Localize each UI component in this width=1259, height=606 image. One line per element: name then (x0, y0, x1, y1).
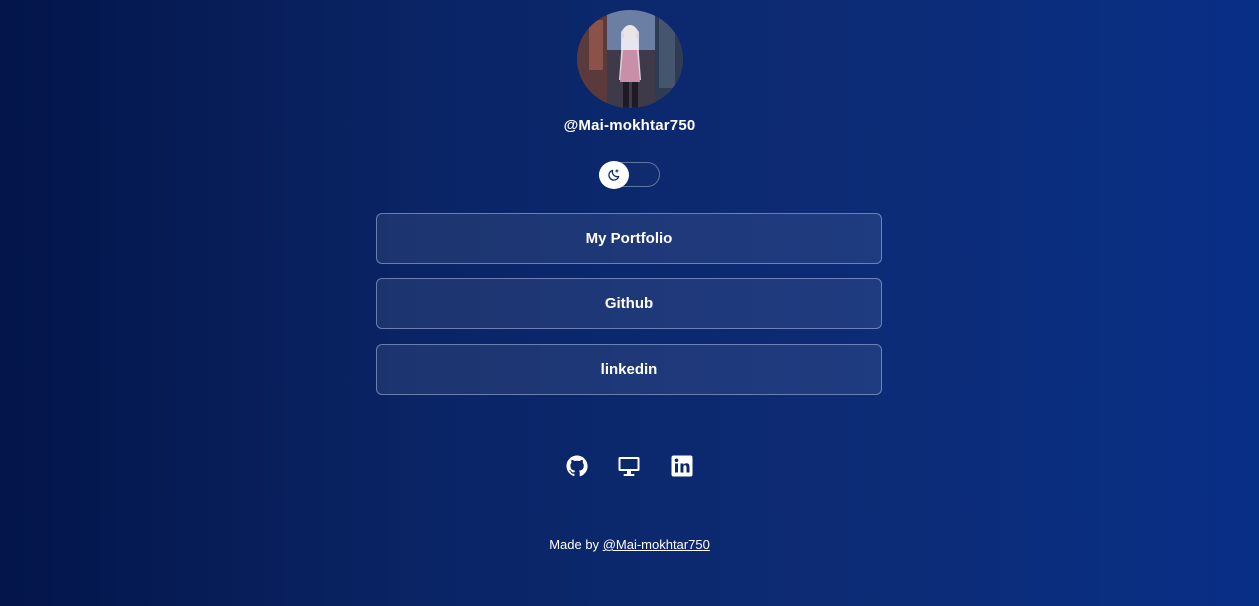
theme-toggle[interactable] (599, 161, 660, 189)
github-link-button[interactable]: Github (376, 278, 882, 329)
footer: Made by @Mai-mokhtar750 (0, 537, 1259, 552)
footer-author-link[interactable]: @Mai-mokhtar750 (603, 537, 710, 552)
toggle-knob[interactable] (599, 161, 629, 189)
username-heading: @Mai-mokhtar750 (563, 117, 696, 134)
avatar (577, 10, 683, 108)
moon-icon (608, 169, 620, 181)
linkedin-link-button[interactable]: linkedin (376, 344, 882, 395)
portfolio-link-button[interactable]: My Portfolio (376, 213, 882, 264)
desktop-icon[interactable] (617, 454, 641, 478)
linkedin-icon[interactable] (670, 454, 694, 478)
profile-photo (577, 10, 683, 108)
github-icon[interactable] (565, 454, 589, 478)
footer-prefix: Made by (549, 537, 600, 552)
